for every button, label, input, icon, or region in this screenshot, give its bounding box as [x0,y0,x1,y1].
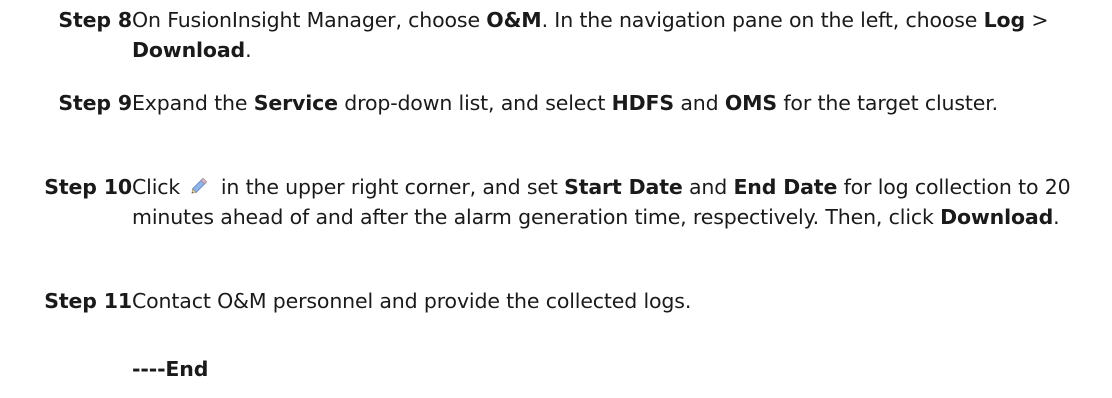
bold-run: Log [983,8,1026,32]
pencil-icon [191,177,208,194]
step-label: Step 9 [58,91,132,115]
step-text: On FusionInsight Manager, choose O&M. In… [132,5,1102,65]
bold-run: O&M [486,8,542,32]
text-run: . [245,38,252,62]
text-run: On FusionInsight Manager, choose [132,8,487,32]
bold-run: Service [253,91,338,115]
text-run: Contact O&M personnel and provide the co… [132,289,692,313]
text-run: and [682,175,734,199]
bold-run: Start Date [564,175,683,199]
bold-run: HDFS [611,91,674,115]
text-run: and [673,91,725,115]
step-text: Click in the upper right corner, and set… [132,172,1102,232]
text-run: for the target cluster. [777,91,998,115]
text-run: Expand the [132,91,254,115]
step-label: Step 8 [58,8,132,32]
bold-run: OMS [724,91,777,115]
step-label: Step 11 [44,289,132,313]
text-run: . [1053,205,1060,229]
end-marker: ----End [132,357,209,381]
text-run: Click [132,175,187,199]
text-run: > [1024,8,1049,32]
text-run: drop-down list, and select [337,91,612,115]
step-text: Expand the Service drop-down list, and s… [132,88,1102,118]
bold-run: End Date [733,175,838,199]
bold-run: Download [132,38,246,62]
text-run: in the upper right corner, and set [214,175,565,199]
text-run: . In the navigation pane on the left, ch… [541,8,984,32]
bold-run: Download [940,205,1054,229]
step-text: Contact O&M personnel and provide the co… [132,286,1102,316]
step-label: Step 10 [44,175,132,199]
